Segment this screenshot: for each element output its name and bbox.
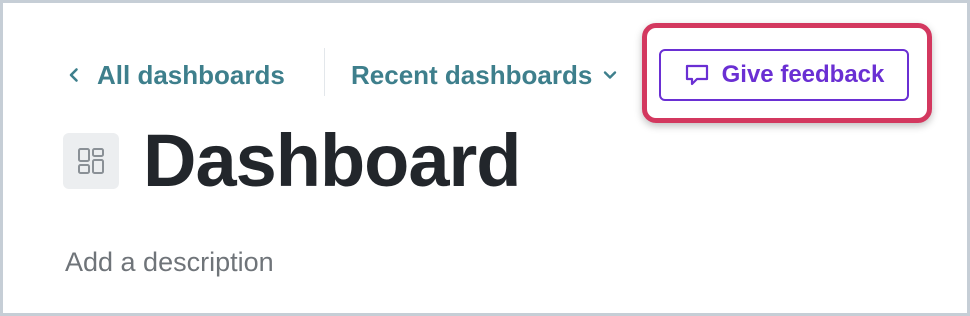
title-row: Dashboard (63, 119, 522, 202)
chevron-left-icon (65, 66, 83, 84)
all-dashboards-label: All dashboards (97, 59, 285, 90)
add-description-field[interactable]: Add a description (65, 247, 274, 278)
recent-dashboards-label: Recent dashboards (351, 59, 593, 90)
dashboard-nav: All dashboards Recent dashboards Give fe… (3, 3, 967, 123)
message-icon (684, 63, 710, 87)
all-dashboards-link[interactable]: All dashboards (65, 55, 285, 95)
recent-dashboards-dropdown[interactable]: Recent dashboards (351, 55, 618, 95)
give-feedback-button[interactable]: Give feedback (659, 49, 909, 101)
chevron-down-icon (602, 67, 618, 83)
page-title: Dashboard (143, 119, 522, 202)
dashboard-grid-icon (63, 133, 119, 189)
dashboard-header-frame: All dashboards Recent dashboards Give fe… (0, 0, 970, 316)
give-feedback-label: Give feedback (721, 61, 885, 88)
nav-divider (324, 48, 325, 96)
